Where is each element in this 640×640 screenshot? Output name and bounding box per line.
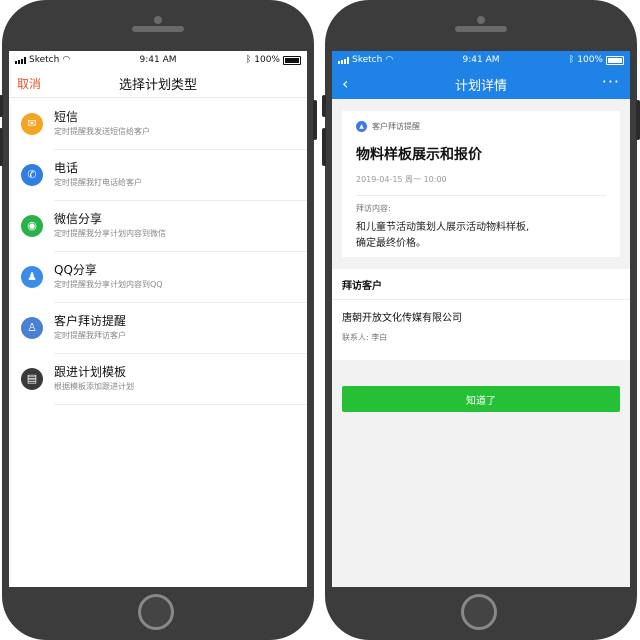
plan-type-qq[interactable]: ♟ QQ分享定时提醒我分享计划内容到QQ [9,251,307,303]
content-label: 拜访内容: [356,204,391,213]
message-icon: ✉ [21,112,43,135]
front-camera [477,16,485,24]
page-title: 计划详情 [454,78,507,94]
plan-type-list: ✉ 短信 定时提醒我发送短信给客户 ✆ 电话 定时提醒我打电话给客户 ◉ 微信分享定… [9,98,307,405]
wifi-icon: ◠ [62,55,71,65]
signal-icon [338,56,349,64]
phone-icon: ✆ [21,163,43,186]
content-line: 和儿童节活动策划人展示活动物料样板, [356,222,530,233]
speaker [455,26,507,32]
mute-switch [0,95,3,117]
battery-percent: 100% [254,55,280,65]
wifi-icon: ◠ [385,55,394,65]
item-title: QQ分享 [54,262,97,277]
plan-tag-label: 客户拜访提醒 [372,122,420,131]
status-bar: Sketch ◠ 9:41 AM ᛒ 100% [332,51,630,69]
right-phone: Sketch ◠ 9:41 AM ᛒ 100% ‹ 计划详情 ··· ▲ 客户拜… [322,0,640,640]
cancel-button[interactable]: 取消 [17,75,41,92]
visit-icon: ▲ [356,121,367,132]
plan-type-visit[interactable]: ♙ 客户拜访提醒定时提醒我拜访客户 [9,302,307,354]
battery-icon [605,55,624,65]
more-button[interactable]: ··· [602,72,620,91]
item-subtitle: 定时提醒我分享计划内容到微信 [54,228,166,238]
item-subtitle: 定时提醒我打电话给客户 [54,177,142,187]
home-button[interactable] [461,594,497,630]
item-subtitle: 根据模板添加跟进计划 [54,381,134,391]
item-subtitle: 定时提醒我发送短信给客户 [54,126,150,136]
status-bar: Sketch ◠ 9:41 AM ᛒ 100% [9,51,307,69]
wechat-icon: ◉ [21,214,43,237]
customer-company: 唐朝开放文化传媒有限公司 [342,312,462,324]
item-title: 短信 [54,109,79,124]
plan-type-sms[interactable]: ✉ 短信定时提醒我发送短信给客户 [9,98,307,150]
divider [356,195,606,196]
item-title: 跟进计划模板 [54,364,127,379]
right-screen: Sketch ◠ 9:41 AM ᛒ 100% ‹ 计划详情 ··· ▲ 客户拜… [332,51,630,587]
status-time: 9:41 AM [139,55,177,65]
left-screen: Sketch ◠ 9:41 AM ᛒ 100% 取消 选择计划类型 ✉ 短信定时… [9,51,307,587]
status-time: 9:41 AM [462,55,500,65]
plan-type-wechat[interactable]: ◉ 微信分享定时提醒我分享计划内容到微信 [9,200,307,252]
plan-type-template[interactable]: ▤ 跟进计划模板根据模板添加跟进计划 [9,353,307,405]
item-title: 电话 [54,160,79,175]
signal-icon [15,56,26,64]
template-icon: ▤ [21,367,43,390]
item-title: 客户拜访提醒 [54,313,127,328]
volume-button [322,128,326,166]
item-subtitle: 定时提醒我分享计划内容到QQ [54,279,163,289]
plan-date: 2019-04-15 周一 10:00 [356,175,447,184]
visit-icon: ♙ [21,316,43,339]
qq-icon: ♟ [21,265,43,288]
customer-heading: 拜访客户 [332,269,630,300]
customer-contact: 联系人: 李白 [342,333,388,342]
item-subtitle: 定时提醒我拜访客户 [54,330,126,340]
nav-bar: ‹ 计划详情 ··· [332,69,630,99]
mute-switch [322,95,326,117]
item-title: 微信分享 [54,211,103,226]
battery-percent: 100% [577,55,603,65]
got-it-button[interactable]: 知道了 [342,386,620,412]
content-line: 确定最终价格。 [356,238,426,249]
carrier: Sketch [29,55,60,65]
bluetooth-icon: ᛒ [245,55,252,65]
back-button[interactable]: ‹ [342,74,348,93]
left-phone: Sketch ◠ 9:41 AM ᛒ 100% 取消 选择计划类型 ✉ 短信定时… [0,0,317,640]
plan-type-phone[interactable]: ✆ 电话定时提醒我打电话给客户 [9,149,307,201]
power-button [636,100,640,140]
plan-content: 和儿童节活动策划人展示活动物料样板, 确定最终价格。 [356,220,606,252]
plan-tag: ▲ 客户拜访提醒 [356,121,606,132]
page-title: 选择计划类型 [118,77,197,93]
home-button[interactable] [138,594,174,630]
battery-icon [282,55,301,65]
front-camera [154,16,162,24]
plan-detail-card: ▲ 客户拜访提醒 物料样板展示和报价 2019-04-15 周一 10:00 拜… [342,111,620,257]
plan-title: 物料样板展示和报价 [356,147,482,163]
volume-button [0,128,3,166]
speaker [132,26,184,32]
bluetooth-icon: ᛒ [568,55,575,65]
nav-bar: 取消 选择计划类型 [9,69,307,98]
carrier: Sketch [352,55,383,65]
customer-section: 拜访客户 唐朝开放文化传媒有限公司 联系人: 李白 [332,269,630,360]
power-button [313,100,317,140]
